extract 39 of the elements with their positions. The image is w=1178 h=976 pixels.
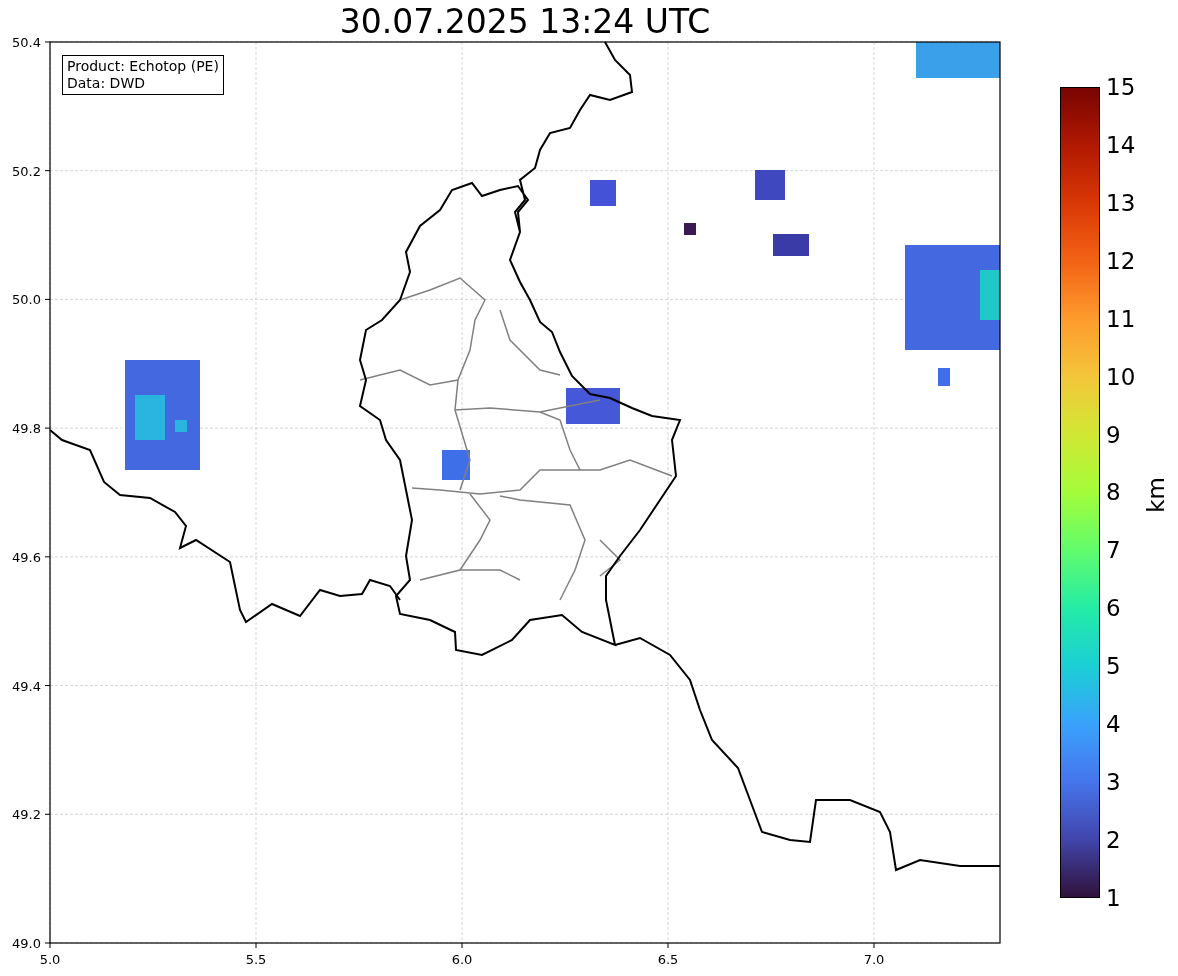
chart-title: 30.07.2025 13:24 UTC [338, 1, 712, 42]
colorbar-tick-label: 4 [1106, 711, 1122, 738]
colorbar-tick-label: 13 [1106, 189, 1136, 216]
radar-echo [442, 450, 470, 480]
colorbar-tick-label: 15 [1106, 74, 1136, 100]
colorbar-tick-label: 6 [1106, 595, 1122, 622]
colorbar-label: km [1142, 477, 1169, 513]
y-tick-label: 49.4 [12, 678, 41, 694]
info-text: Data: DWD [67, 75, 146, 92]
y-tick-label: 50.0 [12, 292, 41, 308]
x-tick-label: 5.5 [245, 952, 267, 967]
radar-echo [684, 223, 696, 235]
info-text: Product: Echotop (PE) [67, 58, 219, 75]
y-tick-label: 50.4 [12, 34, 41, 50]
radar-echo [938, 368, 950, 386]
y-tick-label: 50.2 [12, 163, 41, 179]
x-tick-label: 5.0 [39, 952, 61, 967]
colorbar-tick-label: 7 [1106, 537, 1122, 564]
radar-echo [566, 388, 620, 424]
colorbar-tick-label: 10 [1106, 363, 1136, 390]
colorbar-tick-label: 12 [1106, 247, 1136, 274]
colorbar-tick-label: 8 [1106, 479, 1122, 506]
y-tick-label: 49.2 [12, 807, 41, 823]
y-tick-label: 49.0 [12, 936, 41, 951]
colorbar-tick-label: 2 [1106, 827, 1122, 853]
colorbar-tick-label: 11 [1106, 305, 1136, 332]
colorbar-tick-label: 14 [1106, 131, 1136, 158]
radar-echo [755, 170, 785, 200]
radar-echo [773, 234, 809, 256]
radar-echo [590, 180, 616, 206]
colorbar-tick-label: 5 [1106, 653, 1122, 680]
colorbar-tick-label: 1 [1106, 884, 1122, 911]
y-tick-label: 49.6 [12, 549, 41, 565]
colorbar-tick-label: 9 [1106, 421, 1122, 448]
y-tick-label: 49.8 [12, 421, 41, 437]
x-tick-label: 7.0 [863, 952, 885, 967]
x-tick-label: 6.0 [451, 952, 473, 967]
x-tick-label: 6.5 [657, 952, 679, 967]
colorbar-tick-label: 3 [1106, 769, 1122, 796]
